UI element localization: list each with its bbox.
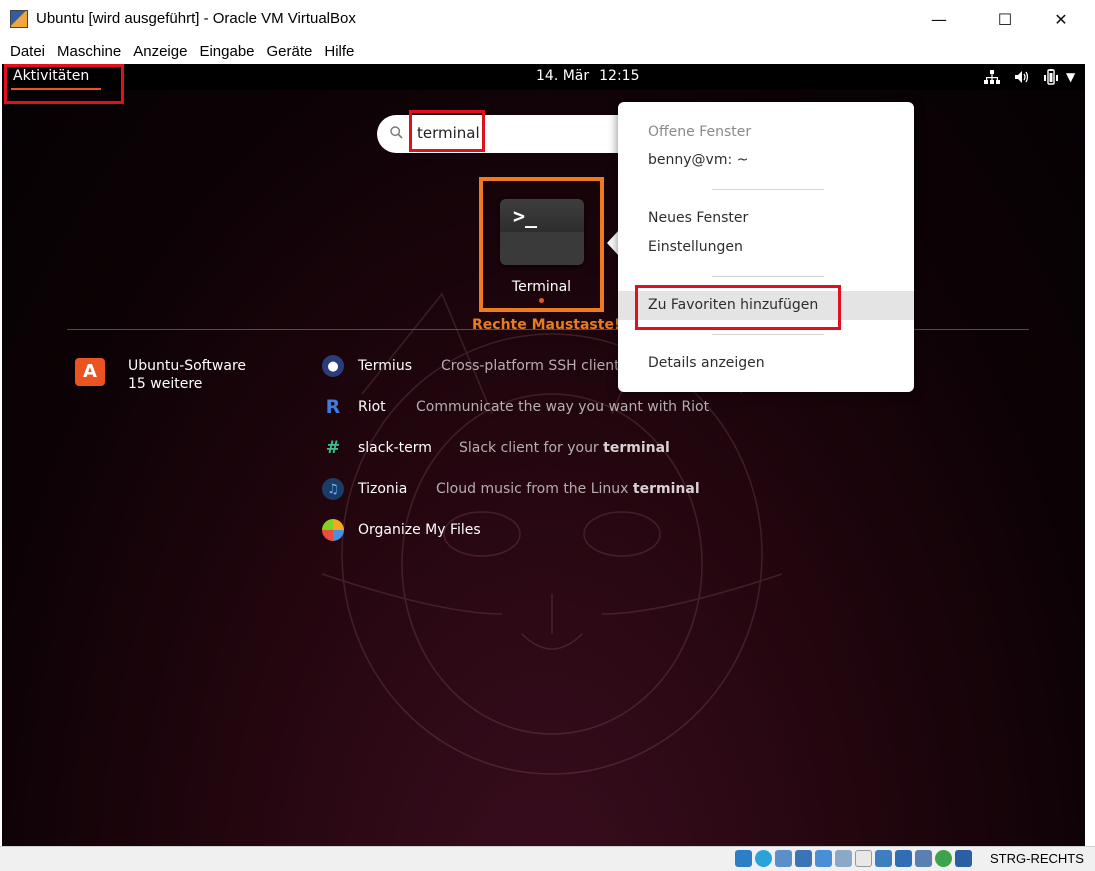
result-slack-term[interactable]: # slack-term Slack client for your termi… <box>322 436 670 460</box>
host-key-label: STRG-RECHTS <box>990 851 1084 866</box>
video-capture-icon[interactable] <box>875 850 892 867</box>
battery-icon[interactable] <box>1044 68 1058 86</box>
context-menu-divider <box>712 189 824 190</box>
window-titlebar[interactable]: Ubuntu [wird ausgeführt] - Oracle VM Vir… <box>0 0 1095 38</box>
menu-eingabe[interactable]: Eingabe <box>193 43 260 60</box>
organize-my-files-icon <box>322 519 344 541</box>
maximize-button[interactable]: ☐ <box>982 0 1028 38</box>
termius-icon: ● <box>322 355 344 377</box>
menu-anzeige[interactable]: Anzeige <box>127 43 193 60</box>
context-menu-item-details[interactable]: Details anzeigen <box>648 355 765 371</box>
provider-more: 15 weitere <box>128 376 203 392</box>
context-menu-header-open-windows: Offene Fenster <box>648 124 752 140</box>
audio-icon[interactable] <box>775 850 792 867</box>
gnome-top-bar: Aktivitäten 14. Mär 12:15 ▼ <box>2 64 1085 90</box>
result-desc: Slack client for your terminal <box>459 440 670 456</box>
usb-icon[interactable] <box>815 850 832 867</box>
riot-icon: R <box>325 396 341 418</box>
close-button[interactable]: ✕ <box>1038 0 1084 38</box>
tizonia-icon: ♫ <box>322 478 344 500</box>
highlight-terminal-tile <box>479 177 604 312</box>
provider-name: Ubuntu-Software <box>128 358 247 374</box>
mouse-integration-icon[interactable] <box>935 850 952 867</box>
result-desc: Communicate the way you want with Riot <box>416 399 710 415</box>
menubar: Datei Maschine Anzeige Eingabe Geräte Hi… <box>0 38 1095 64</box>
vt-x-icon[interactable] <box>915 850 932 867</box>
context-menu-item-window[interactable]: benny@vm: ~ <box>648 152 748 168</box>
clock[interactable]: 14. Mär 12:15 <box>536 68 640 84</box>
context-menu-item-settings[interactable]: Einstellungen <box>648 239 743 255</box>
window-title: Ubuntu [wird ausgeführt] - Oracle VM Vir… <box>36 10 356 27</box>
cpu-icon[interactable] <box>895 850 912 867</box>
highlight-add-favorite <box>635 285 841 330</box>
highlight-activities <box>4 64 124 104</box>
display-icon[interactable] <box>855 850 872 867</box>
result-organize-my-files[interactable]: Organize My Files <box>322 518 481 542</box>
statusbar-device-icons <box>735 850 975 867</box>
result-name: Tizonia <box>358 481 408 497</box>
optical-drive-icon[interactable] <box>755 850 772 867</box>
result-name: slack-term <box>358 440 432 456</box>
virtualbox-app-icon <box>10 10 28 28</box>
result-tizonia[interactable]: ♫ Tizonia Cloud music from the Linux ter… <box>322 477 700 501</box>
volume-icon[interactable] <box>1014 68 1030 86</box>
statusbar: STRG-RECHTS <box>0 846 1095 871</box>
menu-hilfe[interactable]: Hilfe <box>318 43 360 60</box>
slack-icon: # <box>325 438 341 458</box>
shared-folders-icon[interactable] <box>835 850 852 867</box>
context-menu-divider <box>712 334 824 335</box>
result-name: Termius <box>358 358 412 374</box>
clock-date: 14. Mär <box>536 68 590 84</box>
context-menu: Offene Fenster benny@vm: ~ Neues Fenster… <box>618 102 914 392</box>
result-termius[interactable]: ● Termius Cross-platform SSH client <box>322 354 620 378</box>
result-name: Riot <box>358 399 386 415</box>
keyboard-icon[interactable] <box>955 850 972 867</box>
network-icon[interactable] <box>984 68 1000 86</box>
network-adapter-icon[interactable] <box>795 850 812 867</box>
context-menu-divider <box>712 276 824 277</box>
search-icon <box>390 126 403 139</box>
result-riot[interactable]: R Riot Communicate the way you want with… <box>322 395 709 419</box>
menu-geraete[interactable]: Geräte <box>261 43 319 60</box>
context-menu-item-new-window[interactable]: Neues Fenster <box>648 210 748 226</box>
annotation-hint: Rechte Maustaste! <box>472 317 621 333</box>
result-desc: Cross-platform SSH client <box>441 358 620 374</box>
result-name: Organize My Files <box>358 522 481 538</box>
harddisk-icon[interactable] <box>735 850 752 867</box>
ubuntu-software-icon: A <box>75 358 105 386</box>
highlight-search-term <box>409 110 485 152</box>
guest-screen[interactable]: Aktivitäten 14. Mär12:15 ▼ >_ Terminal R… <box>2 64 1085 846</box>
minimize-button[interactable]: — <box>916 0 962 38</box>
clock-time: 12:15 <box>599 68 640 84</box>
menu-maschine[interactable]: Maschine <box>51 43 127 60</box>
menu-datei[interactable]: Datei <box>4 43 51 60</box>
system-menu-chevron-down-icon[interactable]: ▼ <box>1066 68 1075 86</box>
result-desc: Cloud music from the Linux terminal <box>436 481 700 497</box>
